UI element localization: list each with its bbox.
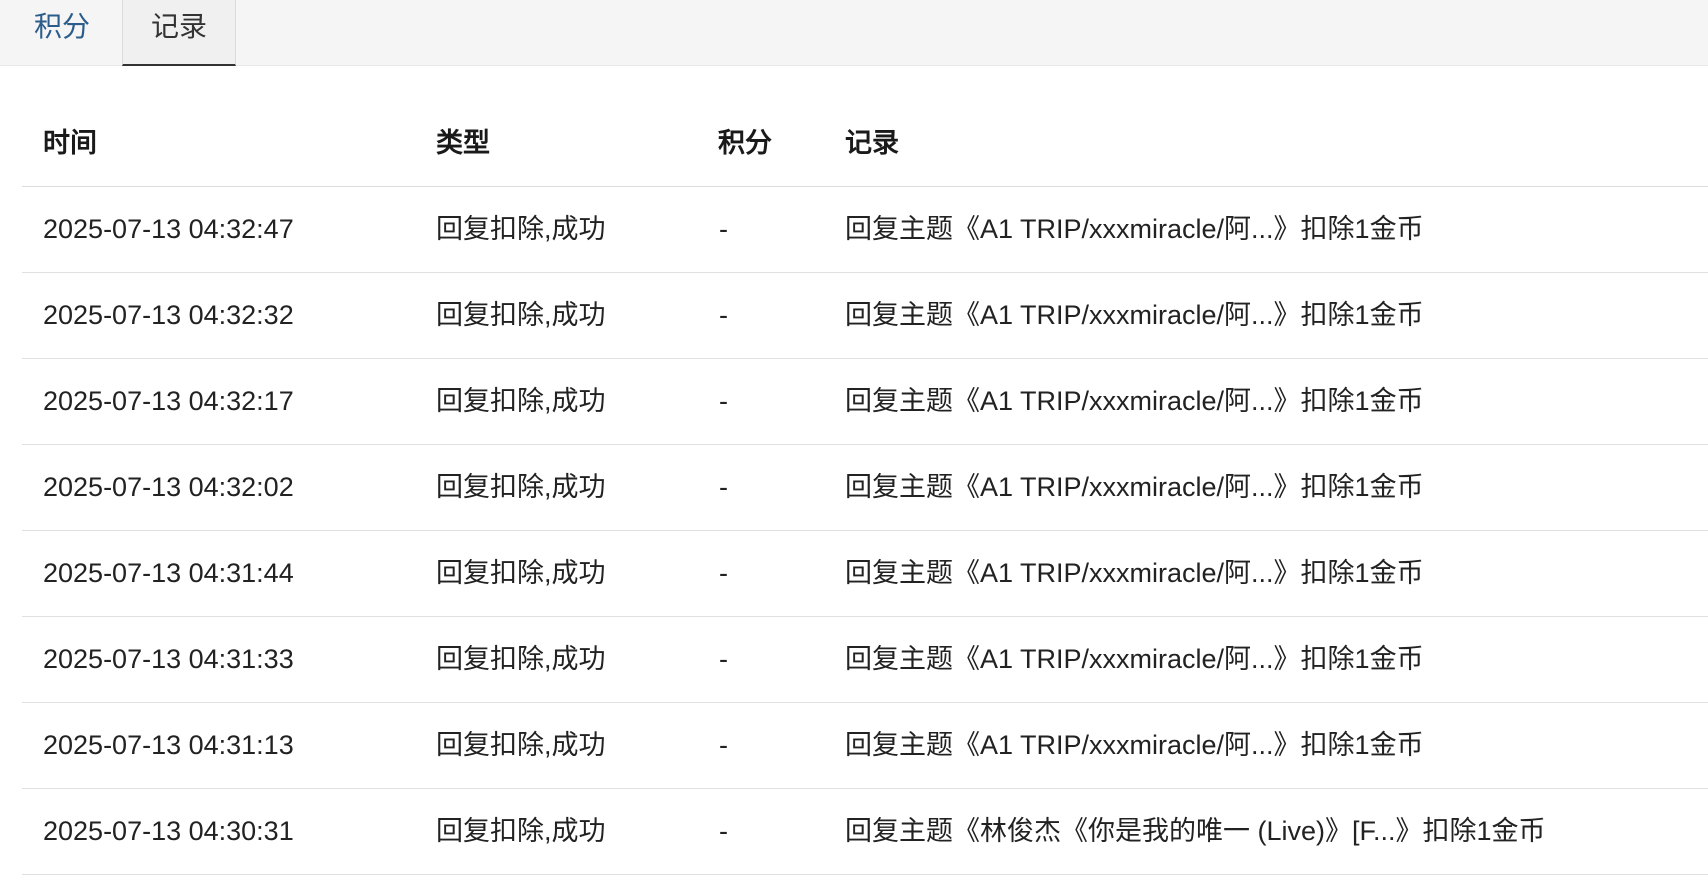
- records-table: 时间 类型 积分 记录 2025-07-13 04:32:47 回复扣除,成功 …: [22, 101, 1708, 875]
- cell-time: 2025-07-13 04:32:32: [43, 300, 294, 330]
- cell-time: 2025-07-13 04:32:17: [43, 386, 294, 416]
- cell-type: 回复扣除,成功: [436, 558, 606, 588]
- cell-record: 回复主题《A1 TRIP/xxxmiracle/阿...》扣除1金币: [845, 300, 1424, 330]
- table-row: 2025-07-13 04:31:44 回复扣除,成功 - 回复主题《A1 TR…: [22, 531, 1708, 617]
- cell-time: 2025-07-13 04:31:44: [43, 558, 294, 588]
- cell-record: 回复主题《A1 TRIP/xxxmiracle/阿...》扣除1金币: [845, 730, 1424, 760]
- cell-type: 回复扣除,成功: [436, 386, 606, 416]
- cell-type: 回复扣除,成功: [436, 644, 606, 674]
- cell-points: -: [719, 644, 728, 674]
- table-row: 2025-07-13 04:31:33 回复扣除,成功 - 回复主题《A1 TR…: [22, 617, 1708, 703]
- cell-record: 回复主题《A1 TRIP/xxxmiracle/阿...》扣除1金币: [845, 644, 1424, 674]
- cell-type: 回复扣除,成功: [436, 300, 606, 330]
- table-row: 2025-07-13 04:32:02 回复扣除,成功 - 回复主题《A1 TR…: [22, 445, 1708, 531]
- cell-type: 回复扣除,成功: [436, 730, 606, 760]
- cell-time: 2025-07-13 04:31:13: [43, 730, 294, 760]
- cell-type: 回复扣除,成功: [436, 816, 606, 846]
- cell-record: 回复主题《林俊杰《你是我的唯一 (Live)》[F...》扣除1金币: [845, 816, 1546, 846]
- header-points: 积分: [718, 128, 772, 158]
- cell-time: 2025-07-13 04:32:02: [43, 472, 294, 502]
- tab-bar: 积分 记录: [0, 0, 1708, 66]
- header-type: 类型: [436, 128, 490, 158]
- cell-time: 2025-07-13 04:30:31: [43, 816, 294, 846]
- cell-type: 回复扣除,成功: [436, 472, 606, 502]
- header-time: 时间: [43, 128, 97, 158]
- cell-points: -: [719, 472, 728, 502]
- cell-points: -: [719, 386, 728, 416]
- cell-points: -: [719, 558, 728, 588]
- table-row: 2025-07-13 04:32:17 回复扣除,成功 - 回复主题《A1 TR…: [22, 359, 1708, 445]
- cell-record: 回复主题《A1 TRIP/xxxmiracle/阿...》扣除1金币: [845, 558, 1424, 588]
- table-row: 2025-07-13 04:30:31 回复扣除,成功 - 回复主题《林俊杰《你…: [22, 789, 1708, 875]
- cell-record: 回复主题《A1 TRIP/xxxmiracle/阿...》扣除1金币: [845, 214, 1424, 244]
- tab-records[interactable]: 记录: [122, 0, 236, 66]
- table-row: 2025-07-13 04:32:47 回复扣除,成功 - 回复主题《A1 TR…: [22, 187, 1708, 273]
- table-row: 2025-07-13 04:31:13 回复扣除,成功 - 回复主题《A1 TR…: [22, 703, 1708, 789]
- cell-time: 2025-07-13 04:32:47: [43, 214, 294, 244]
- cell-points: -: [719, 214, 728, 244]
- header-record: 记录: [845, 128, 899, 158]
- cell-record: 回复主题《A1 TRIP/xxxmiracle/阿...》扣除1金币: [845, 386, 1424, 416]
- cell-record: 回复主题《A1 TRIP/xxxmiracle/阿...》扣除1金币: [845, 472, 1424, 502]
- table-header: 时间 类型 积分 记录: [22, 101, 1708, 187]
- tab-points[interactable]: 积分: [0, 0, 124, 66]
- cell-type: 回复扣除,成功: [436, 214, 606, 244]
- cell-points: -: [719, 300, 728, 330]
- cell-points: -: [719, 730, 728, 760]
- cell-time: 2025-07-13 04:31:33: [43, 644, 294, 674]
- cell-points: -: [719, 816, 728, 846]
- table-row: 2025-07-13 04:32:32 回复扣除,成功 - 回复主题《A1 TR…: [22, 273, 1708, 359]
